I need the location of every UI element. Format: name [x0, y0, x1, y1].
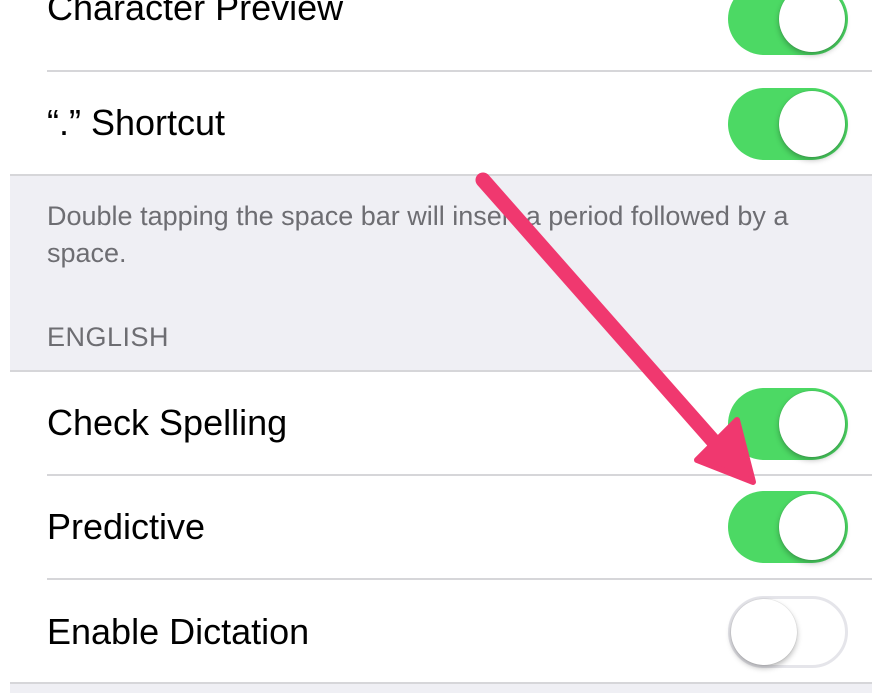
- toggle-knob: [731, 599, 797, 665]
- row-enable-dictation[interactable]: Enable Dictation: [0, 580, 872, 682]
- predictive-label: Predictive: [47, 506, 206, 547]
- section-header-english: ENGLISH: [47, 322, 170, 352]
- row-character-preview[interactable]: Character Preview: [0, 0, 872, 71]
- toggle-knob: [779, 91, 845, 157]
- shortcut-footer-text: Double tapping the space bar will insert…: [47, 201, 789, 268]
- enable-dictation-label: Enable Dictation: [47, 611, 310, 652]
- keyboard-settings-screen: Character Preview “.” Shortcut Double ta…: [0, 0, 872, 693]
- predictive-toggle[interactable]: [728, 491, 848, 563]
- check-spelling-toggle[interactable]: [728, 388, 848, 460]
- row-check-spelling[interactable]: Check Spelling: [0, 372, 872, 474]
- toggle-knob: [779, 391, 845, 457]
- enable-dictation-toggle[interactable]: [728, 596, 848, 668]
- separator: [10, 174, 872, 176]
- character-preview-toggle[interactable]: [728, 0, 848, 55]
- period-shortcut-label: “.” Shortcut: [47, 102, 226, 143]
- character-preview-label: Character Preview: [47, 0, 344, 28]
- row-period-shortcut[interactable]: “.” Shortcut: [0, 72, 872, 175]
- row-predictive[interactable]: Predictive: [0, 476, 872, 578]
- toggle-knob: [779, 494, 845, 560]
- period-shortcut-toggle[interactable]: [728, 88, 848, 160]
- check-spelling-label: Check Spelling: [47, 402, 288, 443]
- group-footer-area: [10, 684, 872, 693]
- toggle-knob: [779, 0, 845, 52]
